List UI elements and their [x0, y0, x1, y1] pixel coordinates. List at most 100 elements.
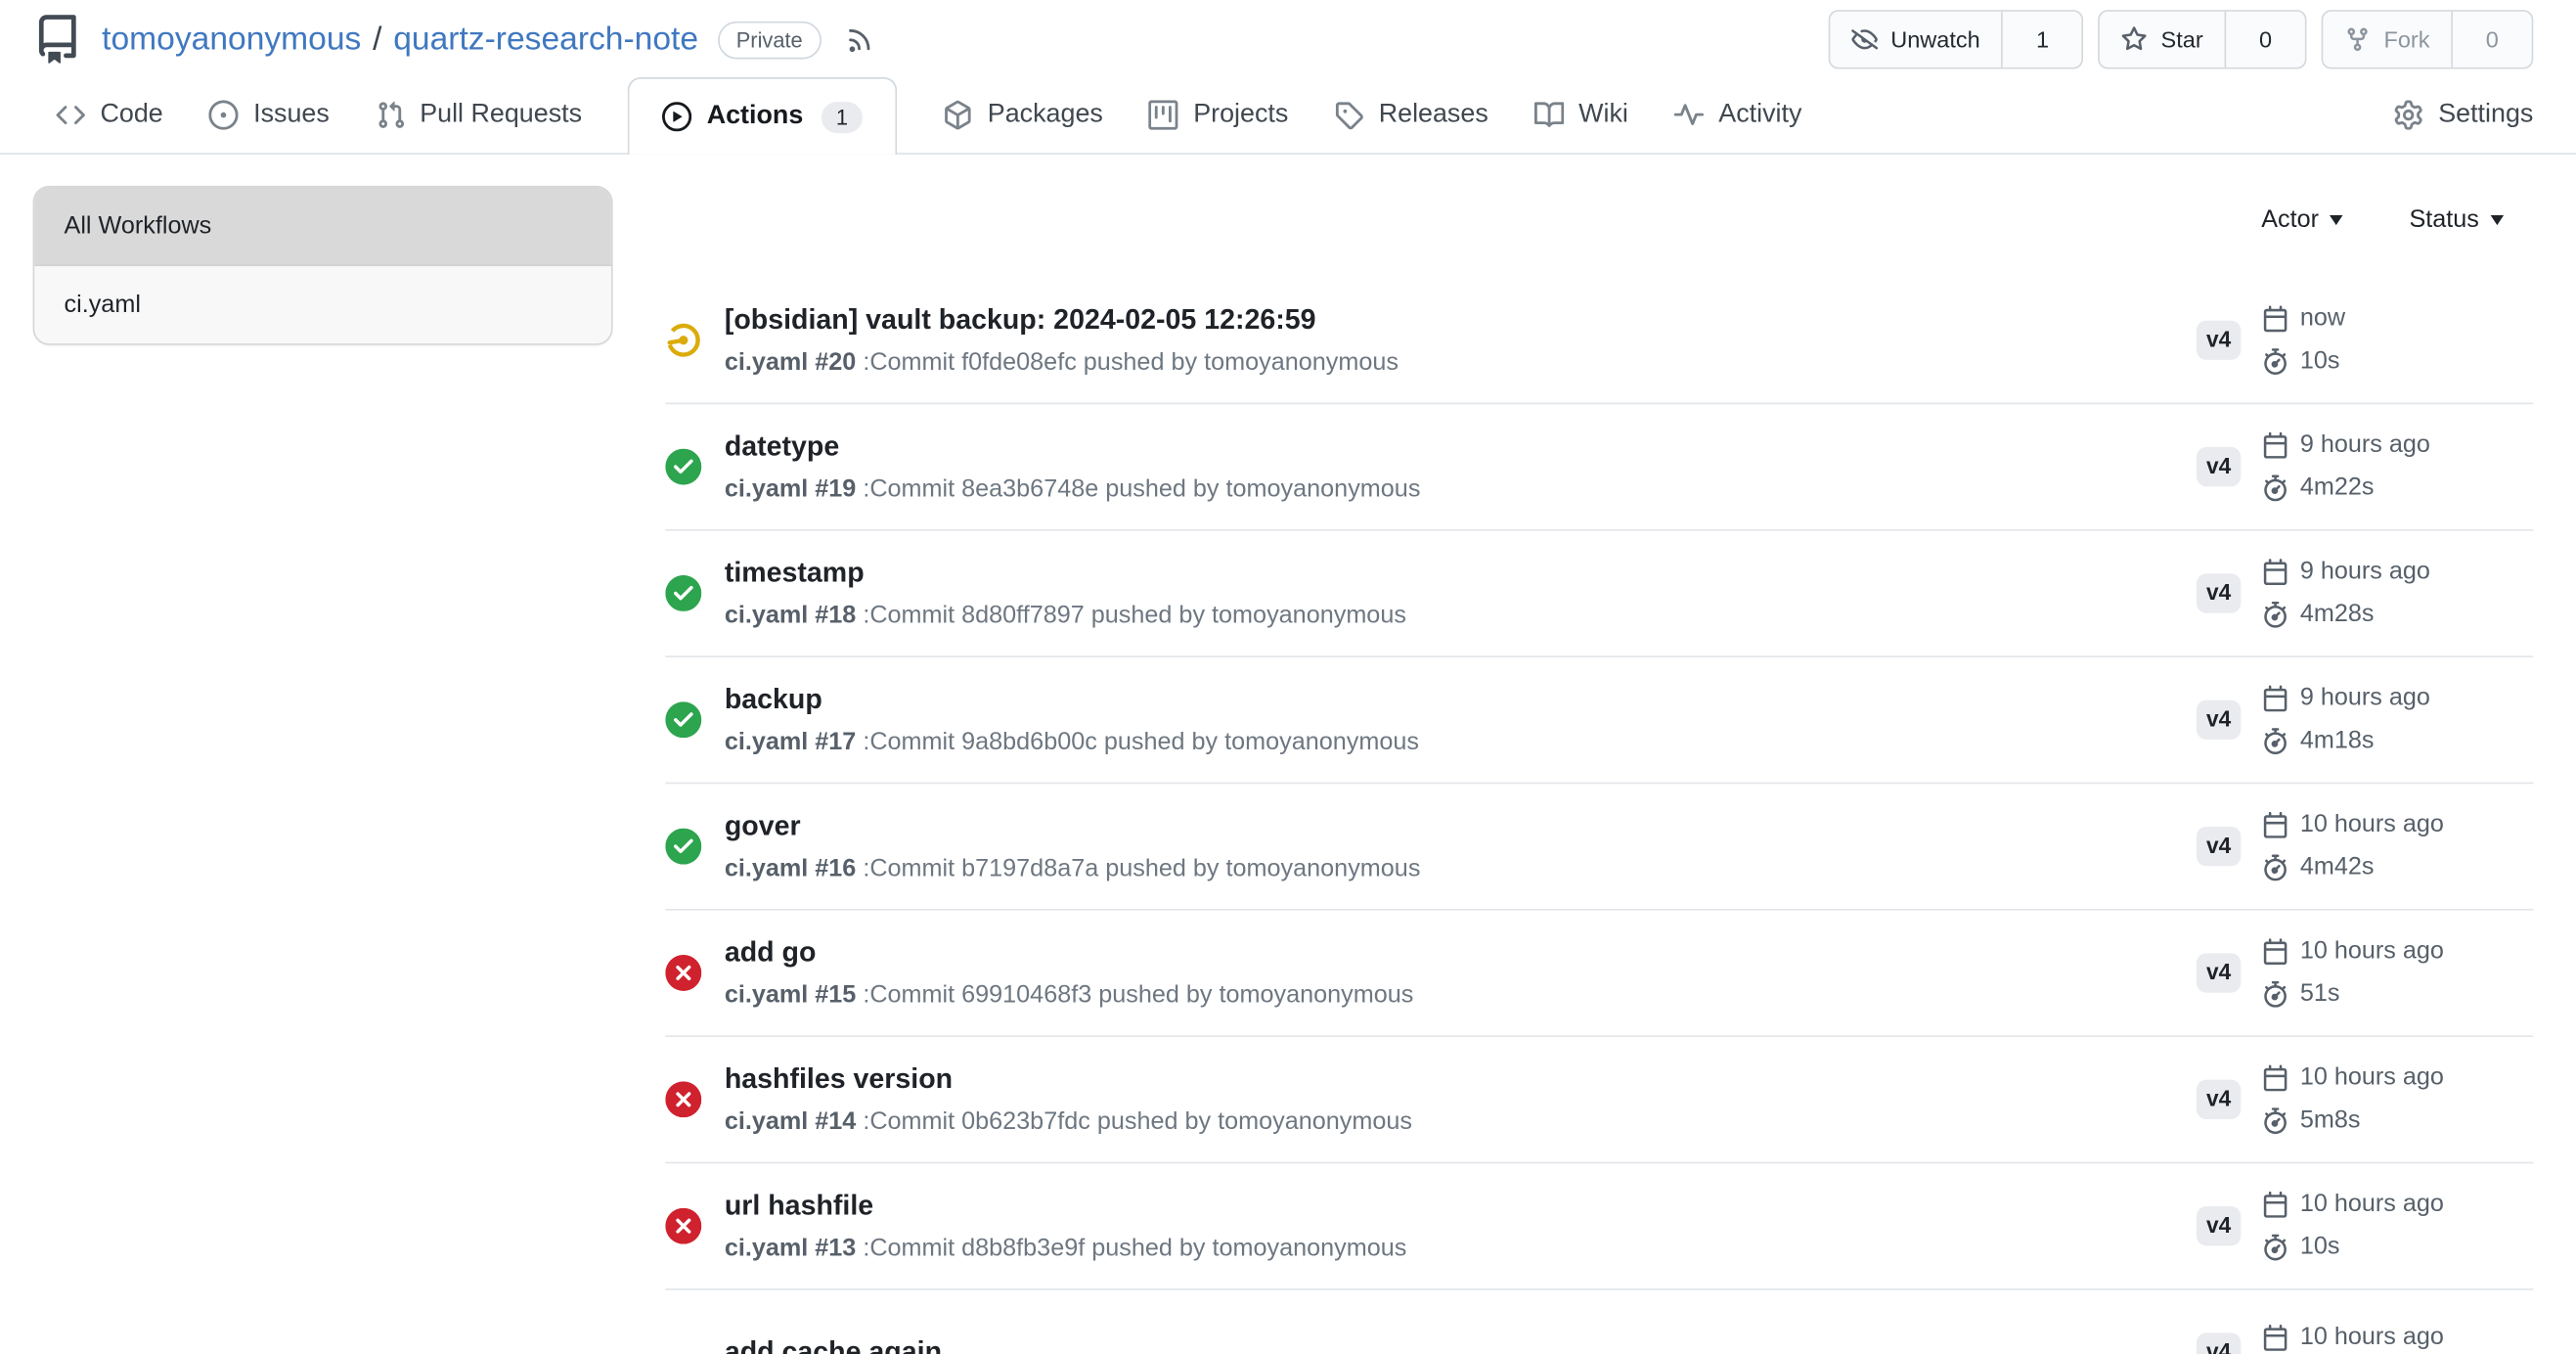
run-meta: v4 10 hours ago 10s [2197, 1185, 2533, 1267]
actor-filter-dropdown[interactable]: Actor [2261, 205, 2343, 234]
workflow-run-row[interactable]: add cache again v4 10 hours ago [665, 1290, 2533, 1354]
stopwatch-icon [2262, 981, 2288, 1008]
tab-activity[interactable]: Activity [1674, 75, 1801, 153]
tab-label: Actions [707, 102, 804, 131]
run-status-cell [665, 575, 701, 611]
version-badge: v4 [2197, 1206, 2241, 1245]
workflow-run-row[interactable]: hashfiles version ci.yaml #14 :Commit 0b… [665, 1037, 2533, 1163]
status-filter-dropdown[interactable]: Status [2409, 205, 2504, 234]
workflow-run-row[interactable]: gover ci.yaml #16 :Commit b7197d8a7a pus… [665, 784, 2533, 910]
workflow-run-row[interactable]: add go ci.yaml #15 :Commit 69910468f3 pu… [665, 911, 2533, 1037]
calendar-icon [2262, 812, 2288, 838]
success-icon [665, 449, 701, 485]
workflow-run-row[interactable]: url hashfile ci.yaml #13 :Commit d8b8fb3… [665, 1163, 2533, 1289]
unwatch-button[interactable]: Unwatch 1 [1828, 10, 2083, 68]
run-info: datetype ci.yaml #19 :Commit 8ea3b6748e … [725, 425, 2197, 509]
fork-button[interactable]: Fork 0 [2322, 10, 2534, 68]
calendar-icon [2262, 1065, 2288, 1092]
run-workflow-ref: ci.yaml #15 [725, 980, 856, 1009]
repo-owner-link[interactable]: tomoyanonymous [102, 21, 361, 59]
fork-label: Fork [2383, 26, 2429, 53]
version-badge: v4 [2197, 827, 2241, 866]
repo-action-buttons: Unwatch 1 Star 0 Fork [1828, 10, 2533, 68]
run-commit-description: :Commit 9a8bd6b00c pushed by tomoyanonym… [863, 727, 1419, 755]
run-info: add cache again [725, 1331, 2197, 1354]
run-relative-time: 10 hours ago [2300, 1318, 2444, 1354]
calendar-icon [2262, 432, 2288, 459]
run-title-link[interactable]: add go [725, 931, 2197, 972]
run-title-link[interactable]: datetype [725, 425, 2197, 466]
tab-actions[interactable]: Actions 1 [628, 77, 897, 155]
run-workflow-ref: ci.yaml #14 [725, 1106, 856, 1135]
tab-label: Issues [253, 100, 330, 129]
run-title-link[interactable]: backup [725, 678, 2197, 719]
fork-count[interactable]: 0 [2453, 12, 2532, 68]
run-title-link[interactable]: hashfiles version [725, 1058, 2197, 1099]
repo-name-link[interactable]: quartz-research-note [393, 21, 698, 59]
failure-icon [665, 955, 701, 991]
sidebar-item-ci-yaml[interactable]: ci.yaml [34, 266, 611, 343]
run-subtitle: ci.yaml #20 :Commit f0fde08efc pushed by… [725, 341, 2197, 383]
stopwatch-icon [2262, 728, 2288, 754]
visibility-badge: Private [718, 21, 821, 59]
tab-pull-requests[interactable]: Pull Requests [376, 75, 582, 153]
run-subtitle: ci.yaml #18 :Commit 8d80ff7897 pushed by… [725, 594, 2197, 635]
run-duration: 10s [2300, 1228, 2340, 1267]
run-workflow-ref: ci.yaml #13 [725, 1234, 856, 1262]
run-info: gover ci.yaml #16 :Commit b7197d8a7a pus… [725, 804, 2197, 888]
tab-issues[interactable]: Issues [209, 75, 330, 153]
run-commit-description: :Commit d8b8fb3e9f pushed by tomoyanonym… [863, 1234, 1406, 1262]
run-relative-time: now [2300, 299, 2345, 338]
version-badge: v4 [2197, 1333, 2241, 1354]
run-timing: 9 hours ago 4m22s [2262, 426, 2430, 508]
workflow-run-row[interactable]: backup ci.yaml #17 :Commit 9a8bd6b00c pu… [665, 657, 2533, 784]
run-title-link[interactable]: url hashfile [725, 1184, 2197, 1225]
tab-projects[interactable]: Projects [1149, 75, 1288, 153]
workflow-run-row[interactable]: [obsidian] vault backup: 2024-02-05 12:2… [665, 278, 2533, 404]
workflow-run-row[interactable]: timestamp ci.yaml #18 :Commit 8d80ff7897… [665, 531, 2533, 657]
sidebar-item-all-workflows[interactable]: All Workflows [34, 188, 611, 267]
run-title-link[interactable]: gover [725, 804, 2197, 845]
rss-feed-icon[interactable] [844, 24, 873, 54]
repo-title-separator: / [373, 21, 381, 59]
run-duration: 4m22s [2300, 469, 2375, 508]
failure-icon [665, 1208, 701, 1244]
run-timing: 10 hours ago 10s [2262, 1185, 2444, 1267]
pulse-icon [1674, 100, 1704, 129]
run-relative-time: 9 hours ago [2300, 679, 2430, 718]
gear-icon [2394, 100, 2423, 129]
version-badge: v4 [2197, 574, 2241, 613]
workflow-run-row[interactable]: datetype ci.yaml #19 :Commit 8ea3b6748e … [665, 404, 2533, 530]
run-title-link[interactable]: [obsidian] vault backup: 2024-02-05 12:2… [725, 298, 2197, 339]
run-meta: v4 9 hours ago 4m28s [2197, 552, 2533, 634]
run-commit-description: :Commit 0b623b7fdc pushed by tomoyanonym… [863, 1106, 1412, 1135]
run-meta: v4 10 hours ago 51s [2197, 931, 2533, 1014]
watch-count[interactable]: 1 [2003, 12, 2082, 68]
run-title-link[interactable]: add cache again [725, 1331, 2197, 1354]
run-subtitle: ci.yaml #14 :Commit 0b623b7fdc pushed by… [725, 1101, 2197, 1142]
tab-settings[interactable]: Settings [2394, 75, 2533, 153]
run-commit-description: :Commit 8d80ff7897 pushed by tomoyanonym… [863, 601, 1406, 629]
run-meta: v4 10 hours ago 4m42s [2197, 805, 2533, 887]
status-filter-label: Status [2409, 205, 2478, 234]
stopwatch-icon [2262, 855, 2288, 881]
run-status-cell [665, 322, 701, 358]
tab-packages[interactable]: Packages [943, 75, 1102, 153]
chevron-down-icon [2491, 214, 2504, 224]
run-workflow-ref: ci.yaml #17 [725, 727, 856, 755]
tab-wiki[interactable]: Wiki [1534, 75, 1628, 153]
tab-label: Projects [1193, 100, 1288, 129]
run-duration: 5m8s [2300, 1101, 2361, 1140]
calendar-icon [2262, 685, 2288, 711]
run-duration: 4m28s [2300, 595, 2375, 634]
calendar-icon [2262, 1325, 2288, 1351]
github-actions-page: tomoyanonymous / quartz-research-note Pr… [0, 0, 2576, 1354]
tab-label: Pull Requests [420, 100, 582, 129]
tab-releases[interactable]: Releases [1334, 75, 1488, 153]
run-timing: 10 hours ago [2262, 1318, 2444, 1354]
tab-code[interactable]: Code [56, 75, 163, 153]
run-title-link[interactable]: timestamp [725, 552, 2197, 593]
star-button[interactable]: Star 0 [2099, 10, 2307, 68]
run-workflow-ref: ci.yaml #16 [725, 854, 856, 882]
star-count[interactable]: 0 [2226, 12, 2305, 68]
